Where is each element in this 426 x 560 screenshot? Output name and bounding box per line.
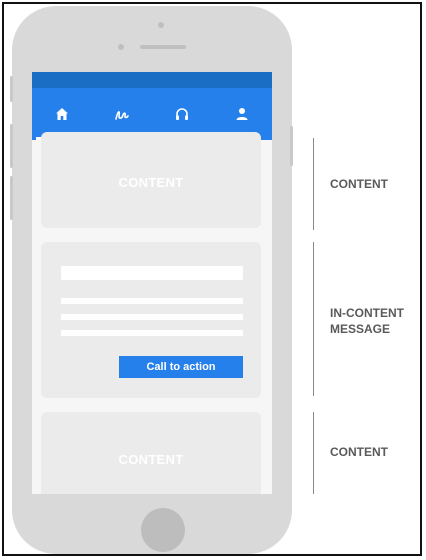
annotation-content-top: CONTENT (330, 177, 388, 191)
earpiece-speaker (140, 45, 186, 49)
content-label: CONTENT (118, 452, 184, 467)
annotation-content-bottom: CONTENT (330, 445, 388, 459)
call-to-action-button[interactable]: Call to action (119, 356, 243, 378)
message-headline-bar (61, 266, 243, 280)
content-label: CONTENT (118, 175, 184, 190)
message-text-line (61, 314, 243, 320)
sensor-dot (158, 22, 164, 28)
scribble-icon (115, 111, 129, 120)
message-text-line (61, 298, 243, 304)
message-text-line (61, 330, 243, 336)
side-button-power (290, 126, 293, 166)
annotation-line-2: MESSAGE (330, 322, 391, 336)
side-button-volume-down (10, 176, 13, 220)
front-camera (118, 44, 124, 50)
home-button[interactable] (141, 508, 185, 552)
in-content-message-card: Call to action (41, 242, 261, 398)
phone-screen: CONTENT Call to action CONTENT (32, 72, 272, 494)
headphones-icon (176, 108, 188, 120)
annotation-in-content-message: IN-CONTENT MESSAGE (330, 305, 404, 337)
annotation-bracket-content (313, 138, 314, 230)
content-card-bottom: CONTENT (41, 412, 261, 494)
side-button-mute (10, 76, 13, 102)
side-button-volume-up (10, 124, 13, 168)
annotation-bracket-message (313, 242, 314, 396)
annotation-line-1: IN-CONTENT (330, 306, 404, 320)
content-card-top: CONTENT (41, 132, 261, 228)
profile-icon (236, 108, 248, 120)
status-bar (32, 72, 272, 88)
annotation-bracket-content-bottom (313, 412, 314, 494)
home-icon (56, 108, 68, 120)
